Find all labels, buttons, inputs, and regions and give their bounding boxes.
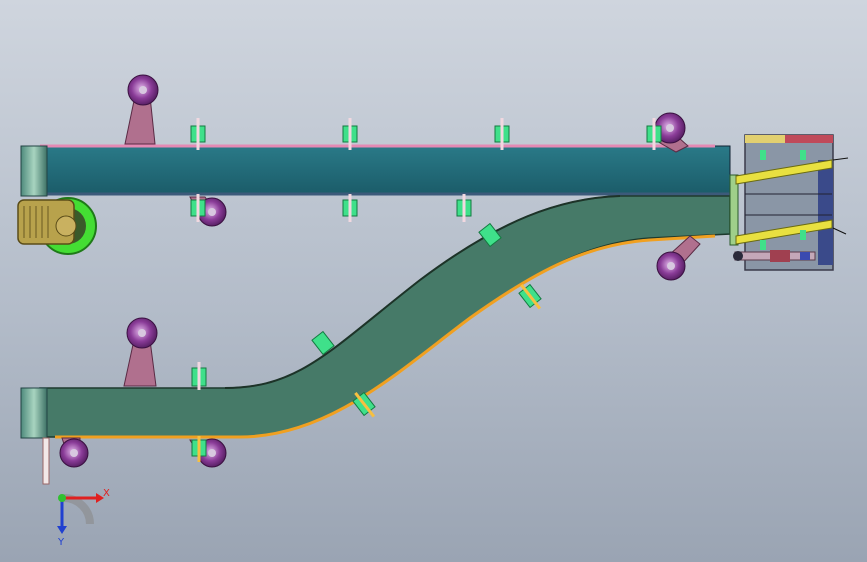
- axis-triad: X Y: [57, 488, 110, 548]
- lower-end-roller: [20, 387, 48, 439]
- triad-origin: [58, 494, 66, 502]
- tensioner-frame[interactable]: [729, 134, 849, 271]
- clamp: [191, 362, 207, 390]
- drive-motor[interactable]: [17, 197, 97, 255]
- clamp: [342, 194, 358, 222]
- lower-post: [42, 437, 50, 485]
- lower-curved-belt-section: [20, 195, 731, 485]
- upper-belt: [39, 145, 731, 195]
- adjust-screw[interactable]: [733, 250, 816, 262]
- tensioner-plate: [729, 174, 739, 246]
- x-axis-label: X: [103, 488, 110, 499]
- lower-curved-belt: [39, 195, 731, 438]
- clamp: [456, 194, 472, 222]
- upper-belt-section: [20, 144, 731, 197]
- cad-model-canvas[interactable]: X Y: [0, 0, 867, 562]
- upper-end-roller: [20, 145, 48, 197]
- y-axis-label: Y: [57, 537, 65, 548]
- cad-viewport[interactable]: X Y: [0, 0, 867, 562]
